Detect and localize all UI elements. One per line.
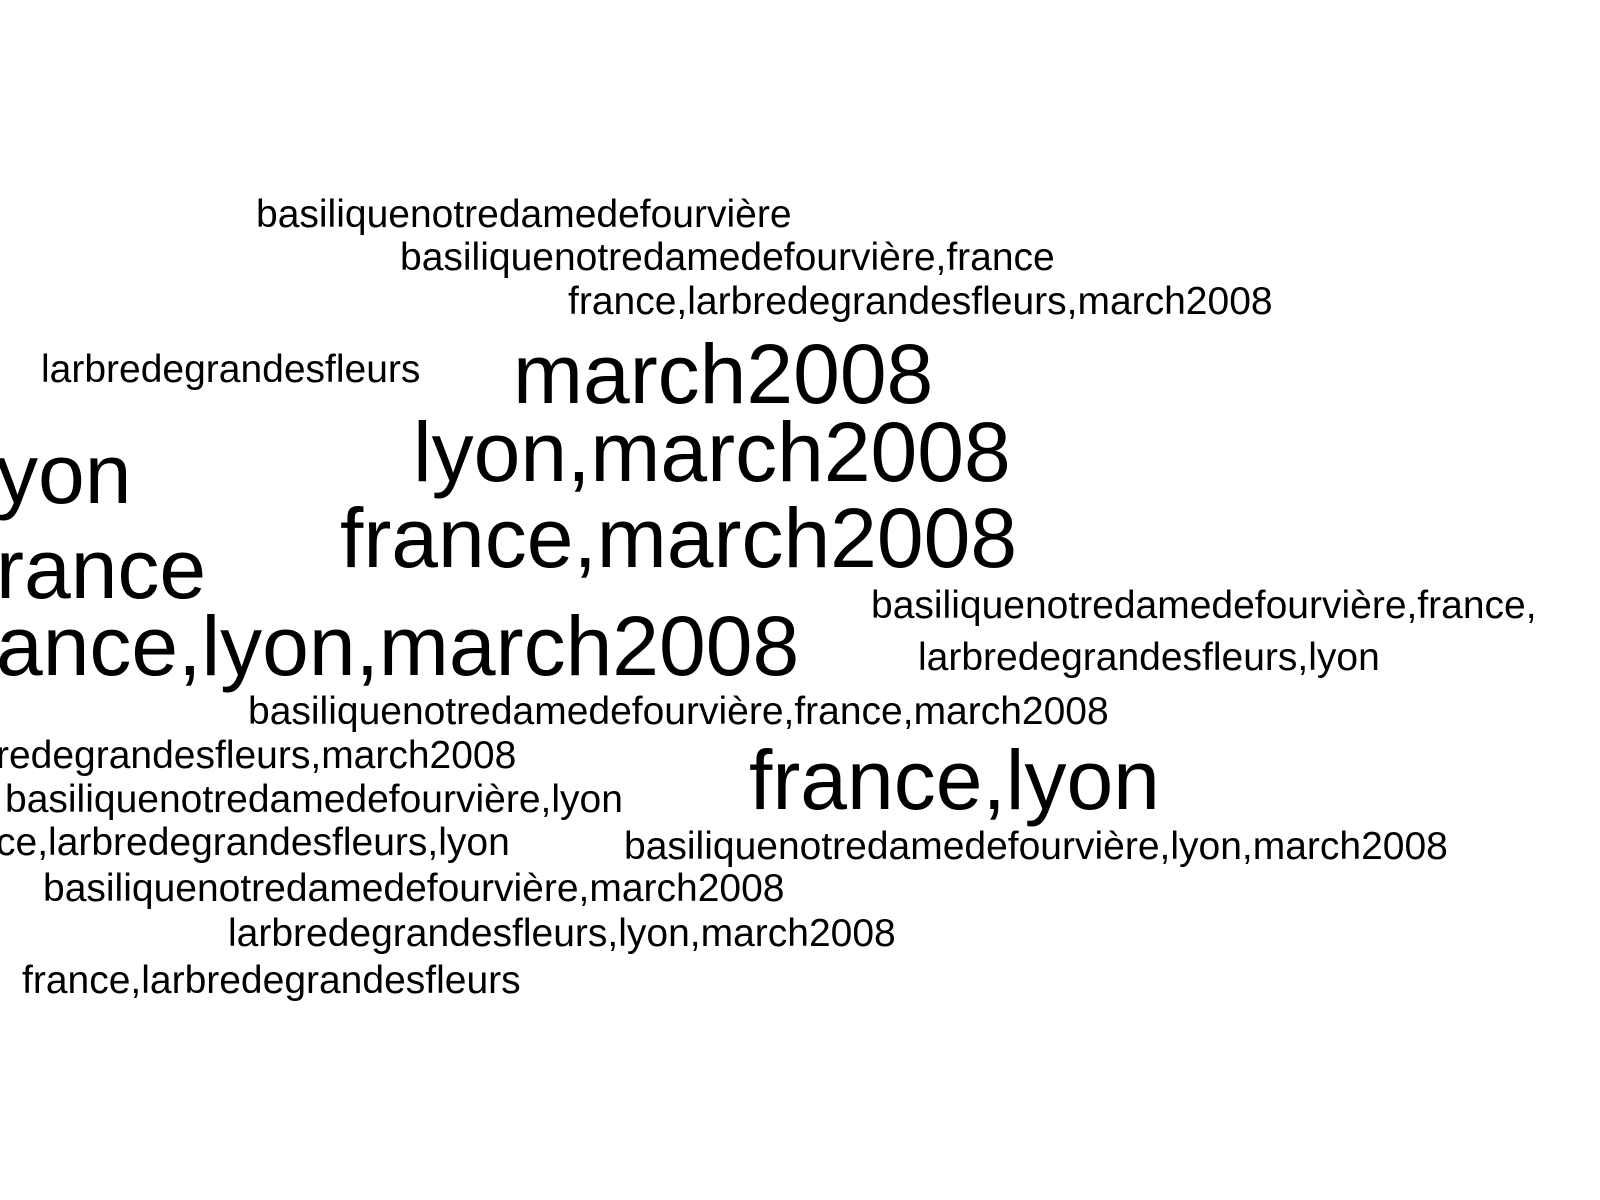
word-france-march2008: france,march2008 <box>340 491 1018 585</box>
word-basilique-march2008: basiliquenotredamedefourvière,march2008 <box>43 867 785 910</box>
word-lyon-march2008: lyon,march2008 <box>413 405 1011 499</box>
word-larbre-march2008-partial: redegrandesfleurs,march2008 <box>0 734 517 777</box>
word-basilique-lyon-march2008: basiliquenotredamedefourvière,lyon,march… <box>624 825 1448 868</box>
word-larbre-lyon: larbredegrandesfleurs,lyon <box>918 636 1380 679</box>
word-france-lyon: france,lyon <box>749 733 1160 827</box>
word-france-larbre: france,larbredegrandesfleurs <box>22 959 521 1002</box>
word-france-larbre-march2008: france,larbredegrandesfleurs,march2008 <box>568 280 1273 323</box>
word-france-lyon-march2008-partial: ance,lyon,march2008 <box>0 599 800 693</box>
word-basilique-lyon: basiliquenotredamedefourvière,lyon <box>5 778 623 821</box>
word-france-larbre-lyon-partial: ce,larbredegrandesfleurs,lyon <box>0 821 510 864</box>
word-basilique-france: basiliquenotredamedefourvière,france <box>400 236 1055 279</box>
word-larbre: larbredegrandesfleurs <box>41 348 421 391</box>
word-basilique-france-clipped: basiliquenotredamedefourvière,france, <box>871 584 1537 627</box>
word-larbre-lyon-march2008: larbredegrandesfleurs,lyon,march2008 <box>228 912 896 955</box>
word-basilique-france-march2008: basiliquenotredamedefourvière,france,mar… <box>248 690 1109 733</box>
word-march2008: march2008 <box>513 327 934 421</box>
word-lyon-partial: yon <box>0 427 132 521</box>
word-cloud: basiliquenotredamedefourvière basiliquen… <box>0 0 1600 1200</box>
word-basilique: basiliquenotredamedefourvière <box>256 193 792 236</box>
